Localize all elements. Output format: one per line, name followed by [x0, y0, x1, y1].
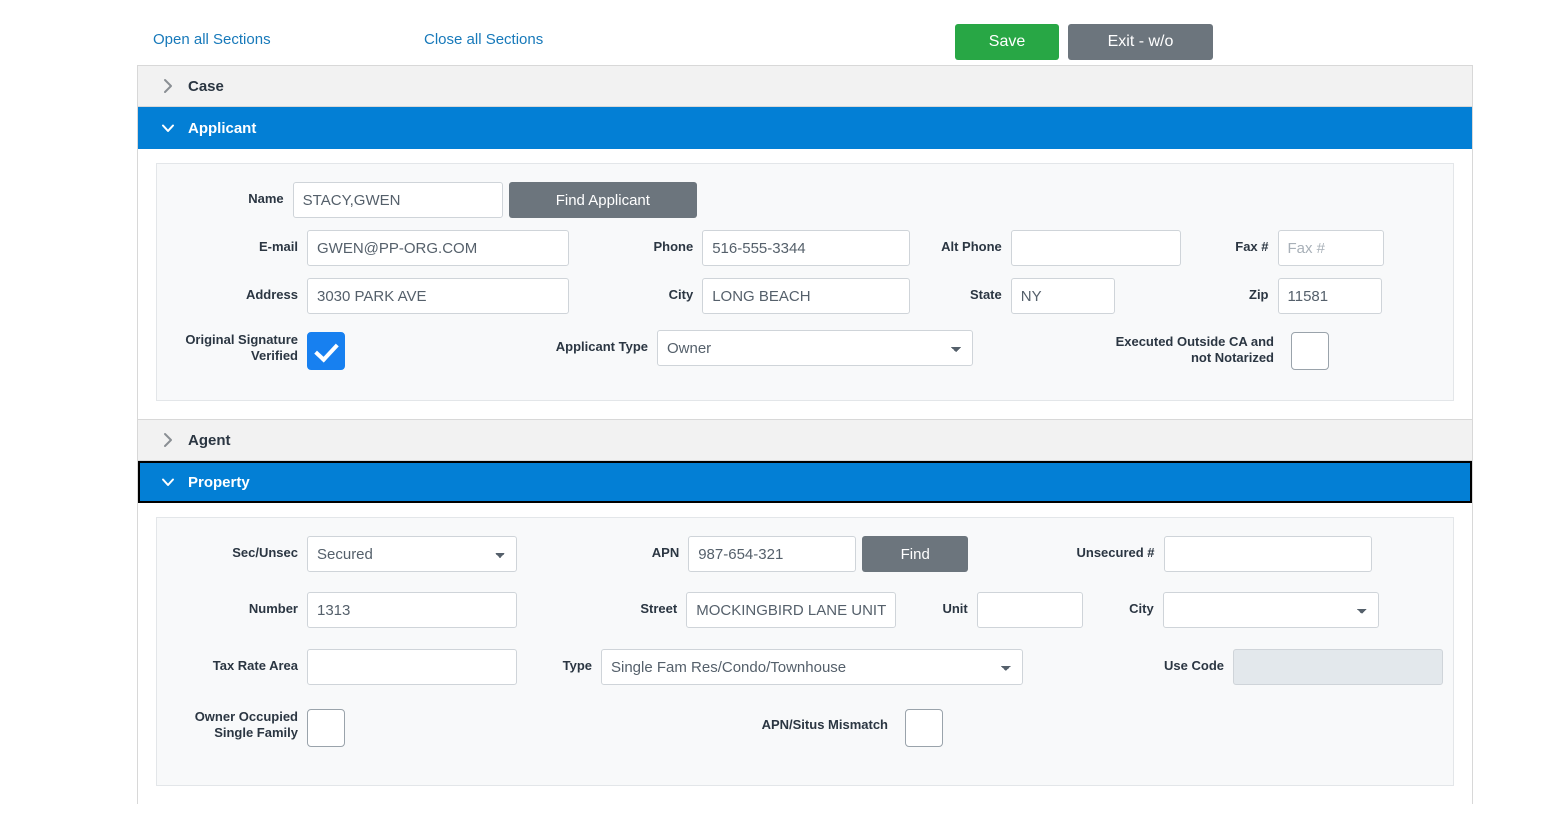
applicant-name-input[interactable]: [292, 182, 503, 218]
label-property-type: Type: [562, 658, 592, 673]
label-executed-outside-ca: Executed Outside CA and not Notarized: [1115, 334, 1274, 365]
property-apn-input[interactable]: [688, 536, 857, 572]
chevron-down-icon: [160, 120, 176, 136]
label-applicant-name: Name: [248, 191, 284, 206]
find-applicant-button[interactable]: Find Applicant: [508, 182, 697, 218]
section-title-case: Case: [188, 77, 224, 95]
applicant-row-address: Address City State Zip: [167, 278, 1443, 314]
applicant-row-flags: Original Signature Verified Applicant Ty…: [167, 330, 1443, 370]
label-applicant-type: Applicant Type: [555, 339, 648, 354]
applicant-section-body: Name Find Applicant E-mail Phone: [138, 149, 1472, 419]
original-signature-verified-checkbox[interactable]: [307, 332, 345, 370]
applicant-address-input[interactable]: [307, 278, 569, 314]
label-unsecured-number: Unsecured #: [1076, 545, 1155, 560]
sec-unsec-select[interactable]: Secured: [307, 536, 517, 572]
section-title-agent: Agent: [188, 431, 231, 449]
property-row-identifiers: Sec/Unsec Secured APN Find Unsecured #: [167, 536, 1443, 572]
property-row-classification: Tax Rate Area Type Single Fam Res/Condo/…: [167, 649, 1443, 685]
unsecured-number-input[interactable]: [1163, 536, 1372, 572]
section-title-property: Property: [188, 473, 250, 491]
section-header-applicant[interactable]: Applicant: [138, 107, 1472, 149]
section-header-agent[interactable]: Agent: [138, 419, 1472, 461]
property-unit-input[interactable]: [976, 592, 1083, 628]
label-property-street: Street: [640, 601, 678, 616]
open-all-sections-link[interactable]: Open all Sections: [153, 31, 271, 49]
label-applicant-address: Address: [245, 287, 298, 302]
page-root: Open all Sections Close all Sections Sav…: [0, 0, 1557, 825]
chevron-right-icon: [160, 432, 176, 448]
applicant-row-contact: E-mail Phone Alt Phone Fax #: [167, 230, 1443, 266]
section-header-property[interactable]: Property: [138, 461, 1472, 503]
applicant-zip-input[interactable]: [1277, 278, 1382, 314]
label-tax-rate-area: Tax Rate Area: [212, 658, 298, 673]
property-panel: Sec/Unsec Secured APN Find Unsecured #: [156, 517, 1454, 786]
property-section-body: Sec/Unsec Secured APN Find Unsecured #: [138, 503, 1472, 804]
section-title-applicant: Applicant: [188, 119, 257, 137]
label-original-signature-verified: Original Signature Verified: [185, 332, 298, 363]
applicant-alt-phone-input[interactable]: [1010, 230, 1181, 266]
label-applicant-alt-phone: Alt Phone: [941, 239, 1002, 254]
label-applicant-fax: Fax #: [1235, 239, 1269, 254]
applicant-state-input[interactable]: [1010, 278, 1115, 314]
property-type-select[interactable]: Single Fam Res/Condo/Townhouse: [601, 649, 1023, 685]
label-applicant-zip: Zip: [1249, 287, 1269, 302]
applicant-fax-input[interactable]: [1277, 230, 1384, 266]
label-applicant-email: E-mail: [258, 239, 298, 254]
property-city-select[interactable]: [1162, 592, 1379, 628]
top-toolbar: Open all Sections Close all Sections Sav…: [0, 0, 1557, 86]
label-property-city: City: [1129, 601, 1154, 616]
applicant-email-input[interactable]: [307, 230, 569, 266]
close-all-sections-link[interactable]: Close all Sections: [424, 31, 543, 49]
applicant-phone-input[interactable]: [702, 230, 911, 266]
applicant-row-name: Name Find Applicant: [167, 182, 1443, 218]
property-row-address: Number Street Unit City: [167, 592, 1443, 628]
label-owner-occupied-single-family: Owner Occupied Single Family: [194, 709, 298, 740]
label-applicant-city: City: [668, 287, 694, 302]
owner-occupied-single-family-checkbox[interactable]: [307, 709, 345, 747]
applicant-panel: Name Find Applicant E-mail Phone: [156, 163, 1454, 401]
label-applicant-phone: Phone: [653, 239, 694, 254]
tax-rate-area-input[interactable]: [307, 649, 517, 685]
exit-without-saving-button[interactable]: Exit - w/o Saving: [1068, 24, 1213, 86]
use-code-input: [1233, 649, 1443, 685]
property-street-input[interactable]: [686, 592, 897, 628]
find-apn-button[interactable]: Find: [862, 536, 969, 572]
section-header-case[interactable]: Case: [138, 65, 1472, 107]
label-property-number: Number: [248, 601, 298, 616]
applicant-city-input[interactable]: [702, 278, 911, 314]
property-number-input[interactable]: [307, 592, 517, 628]
executed-outside-ca-checkbox[interactable]: [1291, 332, 1329, 370]
applicant-type-select[interactable]: Owner: [657, 330, 973, 366]
label-apn-situs-mismatch: APN/Situs Mismatch: [761, 717, 888, 732]
label-sec-unsec: Sec/Unsec: [232, 545, 298, 560]
label-property-apn: APN: [651, 545, 680, 560]
label-use-code: Use Code: [1164, 658, 1224, 673]
chevron-right-icon: [160, 78, 176, 94]
label-property-unit: Unit: [942, 601, 968, 616]
chevron-down-icon: [160, 474, 176, 490]
label-applicant-state: State: [969, 287, 1002, 302]
save-case-button[interactable]: Save Case: [955, 24, 1059, 86]
property-row-flags: Owner Occupied Single Family APN/Situs M…: [167, 707, 1443, 747]
apn-situs-mismatch-checkbox[interactable]: [905, 709, 943, 747]
sections-accordion: Case Applicant Name Find Applicant: [137, 65, 1473, 804]
